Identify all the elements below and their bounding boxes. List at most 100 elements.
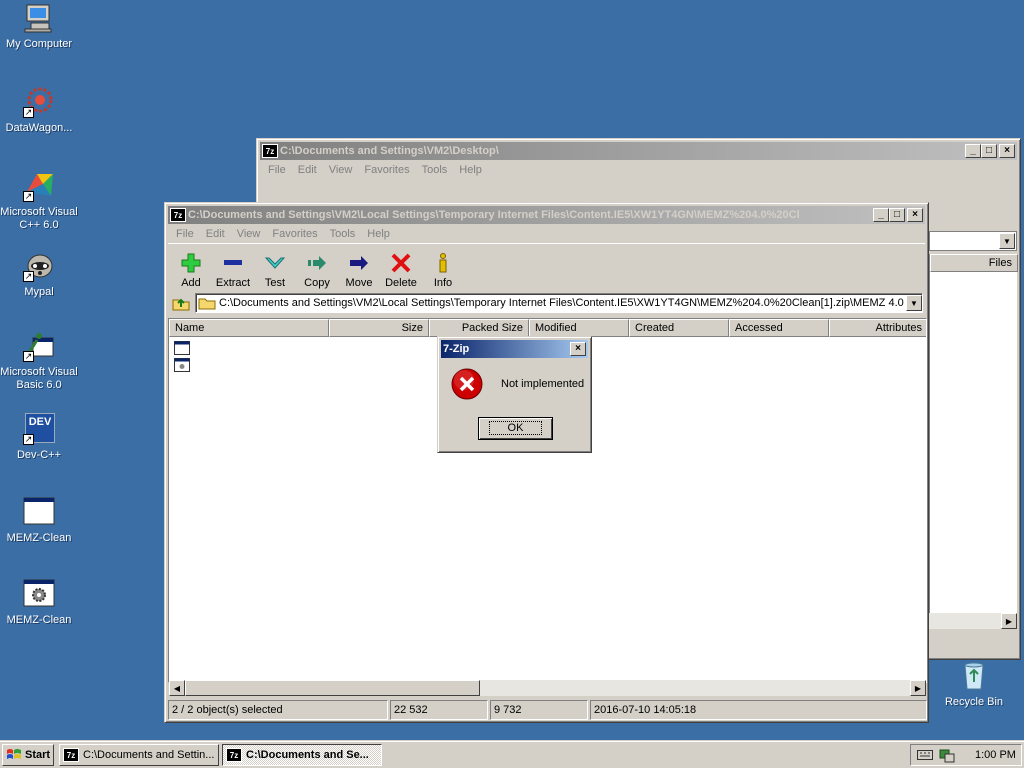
menu-help[interactable]: Help: [361, 228, 396, 240]
toolbar: Add Extract Test Copy Move Delete Info: [168, 243, 925, 291]
list-item[interactable]: [174, 358, 190, 372]
taskbar-button-desktop-window[interactable]: 7z C:\Documents and Settin...: [59, 744, 219, 766]
desktop-icon-label: DataWagon...: [5, 122, 73, 134]
desktop-icon-label: Microsoft Visual C++ 6.0: [0, 206, 78, 231]
desktop-icon-label: Microsoft Visual Basic 6.0: [0, 366, 78, 391]
back-address-dropdown[interactable]: ▼: [929, 231, 1017, 251]
clock[interactable]: 1:00 PM: [975, 749, 1016, 761]
info-button[interactable]: Info: [422, 251, 464, 291]
desktop-icon-label: Mypal: [24, 286, 54, 298]
keyboard-icon[interactable]: [917, 749, 933, 761]
ok-button[interactable]: OK: [478, 417, 553, 440]
application-gear-icon: [23, 578, 55, 610]
menu-view[interactable]: View: [231, 228, 267, 240]
start-button[interactable]: Start: [2, 744, 54, 766]
desktop-icon-label: Recycle Bin: [944, 696, 1004, 708]
minimize-button[interactable]: _: [873, 208, 889, 222]
extract-label: Extract: [215, 277, 251, 289]
my-computer-icon: [23, 2, 55, 34]
delete-icon: [380, 251, 422, 275]
desktop-icon-memz-clean-1[interactable]: MEMZ-Clean: [0, 496, 79, 545]
test-icon: [254, 251, 296, 275]
column-header-attributes[interactable]: Attributes: [829, 319, 926, 337]
close-button[interactable]: ×: [999, 144, 1015, 158]
delete-button[interactable]: Delete: [380, 251, 422, 291]
7zip-app-icon: 7z: [170, 208, 186, 222]
dialog-titlebar[interactable]: 7-Zip ×: [441, 340, 588, 358]
list-item[interactable]: [174, 341, 190, 355]
chevron-down-icon: ▼: [999, 233, 1015, 249]
menu-file[interactable]: File: [170, 228, 200, 240]
dialog-close-button[interactable]: ×: [570, 342, 586, 356]
up-folder-icon[interactable]: [170, 293, 192, 313]
menu-view[interactable]: View: [323, 164, 359, 176]
desktop-icon-visual-cpp[interactable]: ↗ Microsoft Visual C++ 6.0: [0, 170, 79, 232]
status-selected: 2 / 2 object(s) selected: [168, 700, 388, 720]
copy-button[interactable]: Copy: [296, 251, 338, 291]
scroll-left-icon[interactable]: ◀: [169, 680, 185, 696]
chevron-down-icon[interactable]: ▼: [906, 295, 922, 311]
column-header-created[interactable]: Created: [629, 319, 729, 337]
menu-edit[interactable]: Edit: [292, 164, 323, 176]
ok-label: OK: [488, 421, 543, 435]
column-header-modified[interactable]: Modified: [529, 319, 629, 337]
shortcut-arrow-icon: ↗: [23, 271, 34, 282]
desktop-icon-mypal[interactable]: ↗ Mypal: [0, 250, 79, 299]
network-icon[interactable]: [939, 747, 955, 763]
dialog-title: 7-Zip: [443, 343, 470, 355]
column-header-files[interactable]: Files: [930, 254, 1018, 272]
menu-favorites[interactable]: Favorites: [266, 228, 323, 240]
back-list-panel[interactable]: Files: [929, 254, 1018, 620]
application-icon: [174, 341, 190, 355]
delete-label: Delete: [385, 277, 417, 289]
move-icon: [338, 251, 380, 275]
minimize-button[interactable]: _: [965, 144, 981, 158]
address-combobox[interactable]: C:\Documents and Settings\VM2\Local Sett…: [195, 293, 923, 313]
status-packed-size: 9 732: [490, 700, 588, 720]
close-button[interactable]: ×: [907, 208, 923, 222]
taskbar-button-archive-window[interactable]: 7z C:\Documents and Se...: [222, 744, 382, 766]
application-gear-icon: [174, 358, 190, 372]
menu-favorites[interactable]: Favorites: [358, 164, 415, 176]
move-button[interactable]: Move: [338, 251, 380, 291]
menu-edit[interactable]: Edit: [200, 228, 231, 240]
status-size: 22 532: [390, 700, 488, 720]
desktop-icon-label: My Computer: [5, 38, 73, 50]
scroll-right-icon[interactable]: ▶: [1001, 613, 1017, 629]
scroll-right-icon[interactable]: ▶: [910, 680, 926, 696]
desktop-icon-my-computer[interactable]: My Computer: [0, 2, 79, 51]
desktop-icon-datawagon[interactable]: ↗ DataWagon...: [0, 86, 79, 135]
info-label: Info: [433, 277, 453, 289]
front-7zip-window[interactable]: 7z C:\Documents and Settings\VM2\Local S…: [164, 202, 929, 723]
menu-help[interactable]: Help: [453, 164, 488, 176]
add-button[interactable]: Add: [170, 251, 212, 291]
scroll-thumb[interactable]: [185, 680, 480, 696]
back-horizontal-scrollbar[interactable]: ▶: [929, 613, 1017, 629]
horizontal-scrollbar[interactable]: ◀ ▶: [169, 680, 926, 696]
copy-icon: [296, 251, 338, 275]
front-window-titlebar[interactable]: 7z C:\Documents and Settings\VM2\Local S…: [168, 206, 925, 224]
mypal-icon: ↗: [23, 250, 55, 282]
desktop-icon-dev-cpp[interactable]: DEV ↗ Dev-C++: [0, 413, 79, 462]
column-headers: Name Size Packed Size Modified Created A…: [169, 319, 926, 337]
error-dialog[interactable]: 7-Zip × Not implemented OK: [437, 336, 592, 453]
test-button[interactable]: Test: [254, 251, 296, 291]
taskbar-button-label: C:\Documents and Se...: [246, 749, 369, 761]
column-header-packed-size[interactable]: Packed Size: [429, 319, 529, 337]
recycle-bin-icon: [958, 660, 990, 692]
menu-tools[interactable]: Tools: [324, 228, 362, 240]
extract-button[interactable]: Extract: [212, 251, 254, 291]
shortcut-arrow-icon: ↗: [23, 107, 34, 118]
desktop-icon-recycle-bin[interactable]: Recycle Bin: [934, 660, 1014, 709]
desktop-icon-visual-basic[interactable]: ↗ Microsoft Visual Basic 6.0: [0, 330, 79, 392]
taskbar: Start 7z C:\Documents and Settin... 7z C…: [0, 740, 1024, 768]
maximize-button[interactable]: □: [981, 144, 997, 158]
menu-file[interactable]: File: [262, 164, 292, 176]
column-header-size[interactable]: Size: [329, 319, 429, 337]
column-header-accessed[interactable]: Accessed: [729, 319, 829, 337]
back-window-titlebar[interactable]: 7z C:\Documents and Settings\VM2\Desktop…: [260, 142, 1017, 160]
desktop-icon-memz-clean-2[interactable]: MEMZ-Clean: [0, 578, 79, 627]
maximize-button[interactable]: □: [889, 208, 905, 222]
column-header-name[interactable]: Name: [169, 319, 329, 337]
menu-tools[interactable]: Tools: [416, 164, 454, 176]
